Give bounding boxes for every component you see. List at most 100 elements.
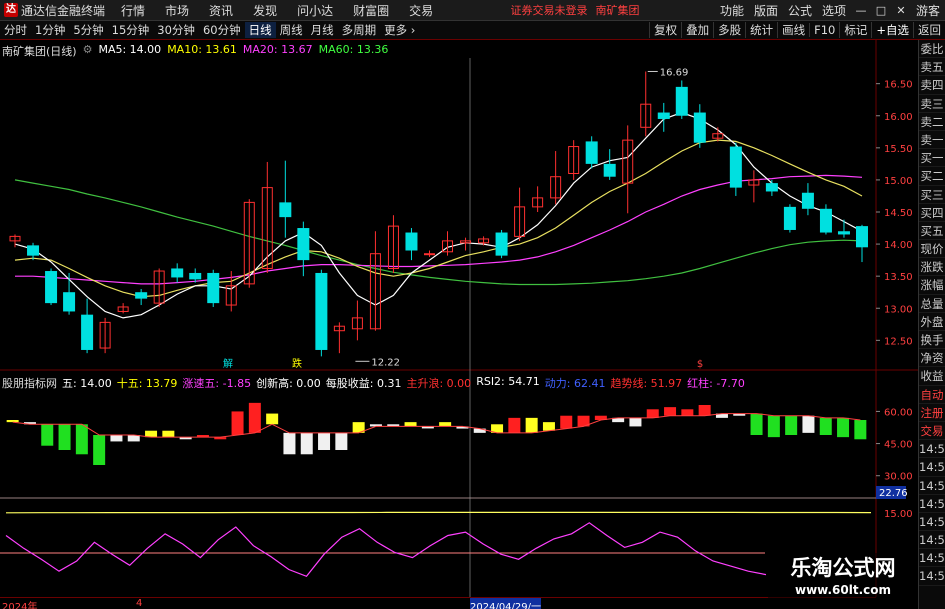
tool-stats[interactable]: 统计 [745, 22, 777, 38]
ind-trend: 趋势线: 51.97 [610, 377, 683, 390]
side-panel-item[interactable]: 买一 [919, 149, 945, 168]
tool-overlay[interactable]: 叠加 [681, 22, 713, 38]
period-tab-1min[interactable]: 1分钟 [31, 22, 69, 38]
tool-f10[interactable]: F10 [809, 23, 839, 37]
side-panel-item[interactable]: 14:55 [919, 495, 945, 513]
indicator-bar [6, 420, 19, 423]
ind-eps: 每股收益: 0.31 [325, 377, 402, 390]
side-panel-item[interactable]: 换手 [919, 331, 945, 350]
tool-multi-stock[interactable]: 多股 [713, 22, 745, 38]
price-tick-label: 16.50 [884, 80, 913, 91]
kline-chart[interactable]: 16.50 16.00 15.50 15.00 14.50 14.00 13.50 13.00… [0, 40, 918, 597]
candle-body-down [297, 228, 310, 261]
period-tab-more-label: 更多 [384, 23, 408, 37]
indicator-bar [231, 411, 244, 435]
indicator-bar [41, 424, 54, 446]
price-tick-label: 13.00 [884, 304, 913, 315]
date-axis: 2024年 4 2024/04/29/一 [0, 597, 876, 609]
candle-body-down [585, 141, 598, 164]
candle-body-down [135, 292, 148, 299]
side-panel-item[interactable]: 14:56 [919, 549, 945, 568]
menu-formula[interactable]: 公式 [783, 2, 817, 19]
maximize-icon[interactable]: □ [871, 4, 891, 17]
side-panel-item[interactable]: 买四 [919, 204, 945, 222]
candle-body-down [855, 226, 868, 248]
add-watchlist-button[interactable]: +自选 [871, 22, 913, 38]
indicator-bar [525, 417, 538, 433]
candle-body-down [693, 112, 706, 143]
side-panel-item[interactable]: 注册 [919, 404, 945, 422]
side-panel-item[interactable]: 净资 [919, 349, 945, 368]
side-panel-item[interactable]: 卖四 [919, 76, 945, 95]
side-panel-item[interactable]: 涨跌 [919, 258, 945, 277]
side-panel-item[interactable]: 卖三 [919, 95, 945, 113]
menu-item-community[interactable]: 财富圈 [343, 2, 399, 19]
menu-item-quotes[interactable]: 行情 [111, 2, 155, 19]
side-panel-item[interactable]: 自动 [919, 386, 945, 404]
ind-red-bar: 红柱: -7.70 [687, 377, 745, 390]
period-tab-5min[interactable]: 5分钟 [69, 22, 107, 38]
menu-item-discover[interactable]: 发现 [243, 2, 287, 19]
side-panel-item[interactable]: 外盘 [919, 313, 945, 331]
menu-bar: 达 通达信金融终端 行情 市场 资讯 发现 问小达 财富圈 交易 证券交易未登录… [0, 0, 945, 21]
period-tab-weekly[interactable]: 周线 [276, 22, 307, 38]
period-tab-more[interactable]: 更多 › [380, 22, 419, 38]
side-panel-item[interactable]: 14:55 [919, 458, 945, 477]
indicator-bar [404, 422, 417, 427]
menu-item-trade[interactable]: 交易 [399, 2, 443, 19]
period-tab-daily[interactable]: 日线 [244, 22, 276, 38]
settings-icon[interactable]: ⚙ [83, 43, 93, 59]
side-panel-item[interactable]: 14:55 [919, 477, 945, 495]
indicator-bar [283, 432, 296, 455]
side-panel-item[interactable]: 买三 [919, 186, 945, 204]
indicator-bar [854, 420, 867, 440]
side-panel-item[interactable]: 卖一 [919, 131, 945, 150]
menu-item-market[interactable]: 市场 [155, 2, 199, 19]
tool-mark[interactable]: 标记 [839, 22, 871, 38]
side-panel-item[interactable]: 买五 [919, 222, 945, 241]
menu-item-assistant[interactable]: 问小达 [287, 2, 343, 19]
tool-adjust[interactable]: 复权 [649, 22, 681, 38]
side-panel-item[interactable]: 14:55 [919, 513, 945, 532]
side-panel-item[interactable]: 卖二 [919, 113, 945, 131]
side-panel-item[interactable]: 14:56 [919, 531, 945, 550]
date-label: 2024年 [2, 602, 38, 609]
menu-item-news[interactable]: 资讯 [199, 2, 243, 19]
period-tab-monthly[interactable]: 月线 [307, 22, 338, 38]
period-tab-30min[interactable]: 30分钟 [153, 22, 199, 38]
minimize-icon[interactable]: — [851, 4, 871, 17]
side-panel-item[interactable]: 14:55 [919, 440, 945, 459]
signal-mark-dollar: $ [697, 359, 703, 370]
watermark-url: www.60lt.com [794, 583, 892, 597]
period-tab-multi[interactable]: 多周期 [338, 22, 381, 38]
candle-body-down [279, 202, 292, 218]
indicator-bar [58, 424, 71, 450]
candle-body-down [819, 208, 832, 233]
side-panel-item[interactable]: 现价 [919, 240, 945, 259]
close-icon[interactable]: ✕ [891, 4, 911, 17]
side-panel-item[interactable]: 交易 [919, 422, 945, 441]
tool-draw[interactable]: 画线 [777, 22, 809, 38]
back-button[interactable]: 返回 [913, 22, 945, 38]
period-tab-15min[interactable]: 15分钟 [108, 22, 154, 38]
candle-body-down [603, 163, 616, 177]
side-panel-item[interactable]: 委比 [919, 40, 945, 59]
guest-user[interactable]: 游客 [911, 2, 945, 19]
side-panel-item[interactable]: 涨幅 [919, 276, 945, 295]
side-panel-item[interactable]: 总量 [919, 295, 945, 313]
trade-login-notice[interactable]: 证券交易未登录 [511, 2, 588, 18]
candle-body-down [657, 112, 670, 119]
side-panel-item[interactable]: 收益 [919, 367, 945, 386]
period-tab-intraday[interactable]: 分时 [0, 22, 31, 38]
ind-rsi2: RSI2: 54.71 [476, 375, 540, 388]
menu-options[interactable]: 选项 [817, 2, 851, 19]
period-tab-60min[interactable]: 60分钟 [199, 22, 245, 38]
side-panel-item[interactable]: 买二 [919, 167, 945, 186]
indicator-bar [750, 413, 763, 435]
side-panel-item[interactable]: 14:56 [919, 567, 945, 586]
side-panel-item[interactable]: 卖五 [919, 58, 945, 77]
stock-tab[interactable]: 南矿集团 [596, 2, 640, 18]
menu-function[interactable]: 功能 [715, 2, 749, 19]
signal-mark-unlock: 解 [223, 357, 233, 370]
menu-layout[interactable]: 版面 [749, 2, 783, 19]
